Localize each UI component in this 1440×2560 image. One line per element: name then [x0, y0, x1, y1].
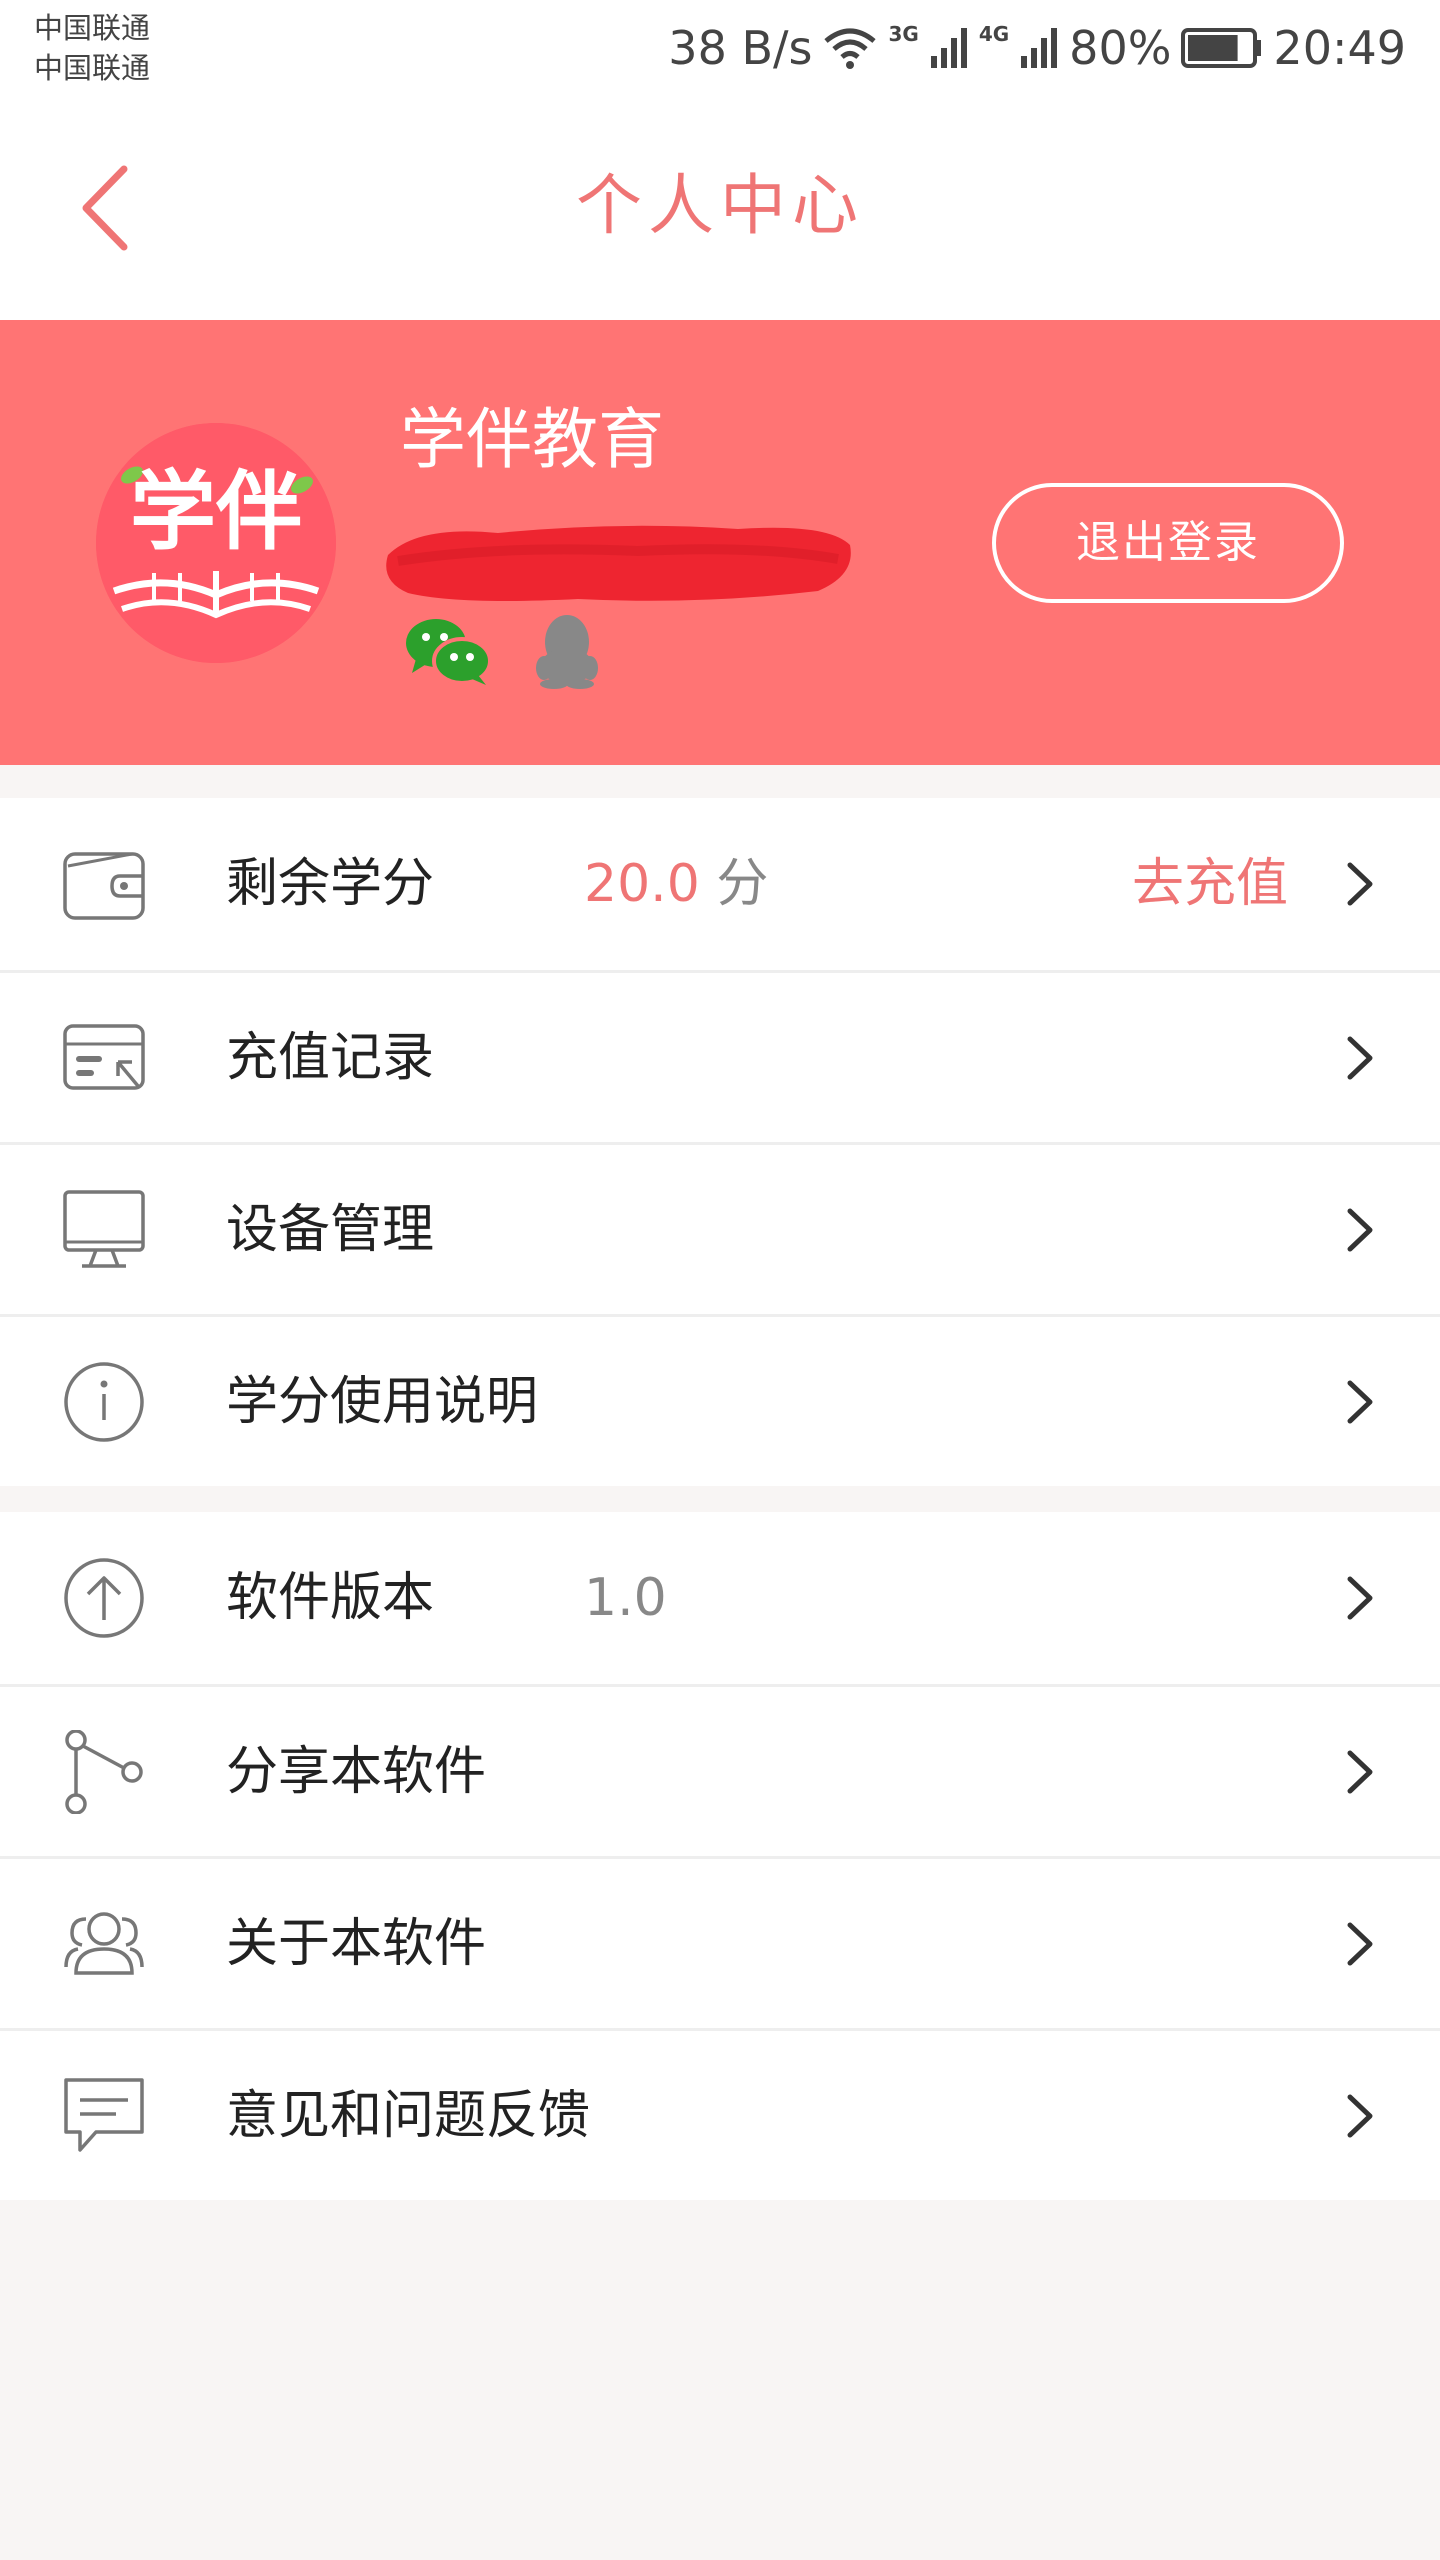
menu-group-app: 软件版本 1.0 分享本软件 关于本软件 意见和问题反馈 [0, 1512, 1440, 2200]
row-label: 充值记录 [226, 1027, 435, 1088]
row-about-app[interactable]: 关于本软件 [0, 1856, 1440, 2028]
recharge-link[interactable]: 去充值 [1132, 849, 1288, 919]
chevron-right-icon [1340, 1916, 1380, 1972]
credits-amount: 20.0 [584, 854, 700, 914]
social-bindings [402, 612, 602, 694]
credits-unit: 分 [716, 854, 769, 914]
signal-icon-1 [929, 26, 969, 70]
credits-value: 20.0 分 [584, 849, 768, 919]
feedback-icon [62, 2074, 146, 2158]
clock: 20:49 [1273, 21, 1406, 75]
redacted-account [378, 515, 858, 607]
row-label: 设备管理 [226, 1199, 435, 1260]
carrier-1: 中国联通 [34, 11, 151, 45]
battery-icon [1181, 28, 1263, 68]
chevron-right-icon [1340, 856, 1380, 912]
row-label: 剩余学分 [226, 854, 435, 914]
signal-icon-2 [1019, 26, 1059, 70]
chevron-right-icon [1340, 2088, 1380, 2144]
network-3g-badge: 3G [888, 22, 919, 46]
wechat-icon[interactable] [402, 615, 494, 691]
row-feedback[interactable]: 意见和问题反馈 [0, 2028, 1440, 2200]
share-icon [62, 1729, 146, 1814]
monitor-icon [62, 1188, 146, 1272]
avatar[interactable]: 学伴 [96, 423, 336, 663]
menu-group-account: 剩余学分 20.0 分 去充值 充值记录 设备管理 学分使用说明 [0, 798, 1440, 1486]
row-label: 意见和问题反馈 [226, 2085, 591, 2146]
row-recharge-history[interactable]: 充值记录 [0, 970, 1440, 1142]
carrier-info: 中国联通 中国联通 [34, 8, 150, 88]
profile-banner: 学伴 学伴教育 退出登录 [0, 320, 1440, 765]
row-label: 关于本软件 [226, 1913, 487, 1974]
page-title: 个人中心 [576, 167, 864, 244]
net-speed: 38 B/s [668, 21, 813, 75]
qq-icon[interactable] [532, 612, 602, 694]
row-software-version[interactable]: 软件版本 1.0 [0, 1512, 1440, 1684]
row-credits[interactable]: 剩余学分 20.0 分 去充值 [0, 798, 1440, 970]
wifi-icon [822, 25, 878, 71]
row-label: 软件版本 [226, 1568, 435, 1628]
record-icon [62, 1016, 146, 1100]
people-icon [62, 1902, 146, 1986]
app-header: 个人中心 [0, 100, 1440, 320]
row-share-app[interactable]: 分享本软件 [0, 1684, 1440, 1856]
row-device-management[interactable]: 设备管理 [0, 1142, 1440, 1314]
status-indicators: 38 B/s 3G 4G 80% 20:49 [668, 18, 1406, 78]
row-label: 分享本软件 [226, 1741, 487, 1802]
info-icon [62, 1360, 146, 1444]
version-value: 1.0 [584, 1568, 667, 1628]
avatar-text: 学伴 [130, 462, 302, 562]
chevron-right-icon [1340, 1030, 1380, 1086]
network-4g-badge: 4G [978, 22, 1010, 46]
row-label: 学分使用说明 [226, 1371, 539, 1432]
battery-percent: 80% [1069, 21, 1172, 75]
profile-name: 学伴教育 [400, 401, 664, 478]
wallet-icon [62, 842, 146, 926]
logout-button[interactable]: 退出登录 [992, 483, 1344, 603]
chevron-right-icon [1340, 1744, 1380, 1800]
carrier-2: 中国联通 [34, 51, 151, 85]
chevron-right-icon [1340, 1202, 1380, 1258]
row-credit-usage-guide[interactable]: 学分使用说明 [0, 1314, 1440, 1486]
status-bar: 中国联通 中国联通 38 B/s 3G 4G 80% 20:49 [0, 0, 1440, 100]
chevron-right-icon [1340, 1374, 1380, 1430]
chevron-right-icon [1340, 1570, 1380, 1626]
upload-icon [62, 1556, 146, 1640]
